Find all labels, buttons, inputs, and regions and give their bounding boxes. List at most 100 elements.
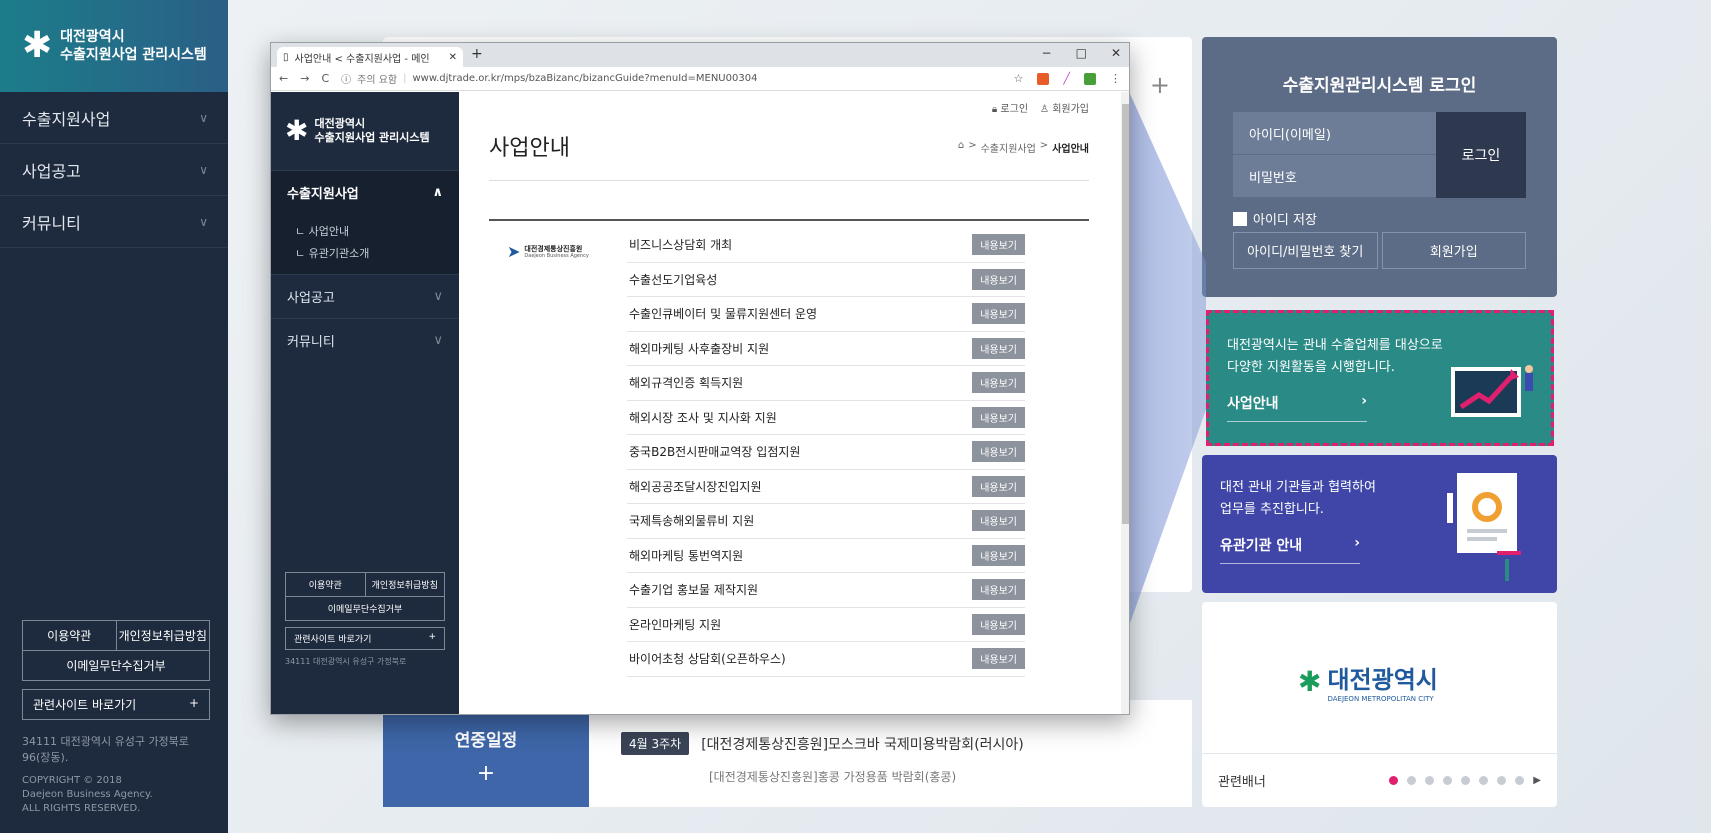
password-input[interactable]: 비밀번호 xyxy=(1233,155,1436,198)
related-sites-button[interactable]: 관련사이트 바로가기 + xyxy=(22,689,210,720)
email-refuse-link[interactable]: 이메일무단수집거부 xyxy=(22,651,210,681)
id-input[interactable]: 아이디(이메일) xyxy=(1233,112,1436,155)
privacy-link[interactable]: 개인정보취급방침 xyxy=(364,573,445,596)
extension-icon[interactable] xyxy=(1084,72,1096,85)
sidebar-item-community[interactable]: 커뮤니티 ∨ xyxy=(0,196,228,248)
pagination-dot[interactable] xyxy=(1479,776,1489,785)
pen-extension-icon[interactable]: ╱ xyxy=(1063,72,1070,85)
tab-close-icon[interactable]: ✕ xyxy=(449,52,457,63)
signup-button[interactable]: 회원가입 xyxy=(1381,232,1526,269)
sidebar-item-community[interactable]: 커뮤니티 ∨ xyxy=(271,318,459,362)
site-logo[interactable]: ✱ 대전광역시 수출지원사업 관리시스템 xyxy=(0,0,228,92)
view-details-button[interactable]: 내용보기 xyxy=(972,268,1025,290)
find-account-button[interactable]: 아이디/비밀번호 찾기 xyxy=(1233,232,1378,269)
business-item-title: 수출기업 홍보물 제작지원 xyxy=(629,583,759,598)
view-details-button[interactable]: 내용보기 xyxy=(972,475,1025,497)
login-button[interactable]: 로그인 xyxy=(1436,112,1526,198)
view-details-button[interactable]: 내용보기 xyxy=(972,406,1025,428)
business-guide-link[interactable]: 사업안내 › xyxy=(1227,393,1367,422)
table-row: 국제특송해외물류비 지원 내용보기 xyxy=(627,504,1025,539)
pagination-dot[interactable] xyxy=(1461,776,1471,785)
maximize-button[interactable]: □ xyxy=(1076,46,1087,60)
sidebar-item-notice[interactable]: 사업공고 ∨ xyxy=(0,144,228,196)
business-item-title: 해외마케팅 통번역지원 xyxy=(629,548,744,563)
lock-icon: 🔒︎ xyxy=(991,104,998,115)
view-details-button[interactable]: 내용보기 xyxy=(972,613,1025,635)
arrow-right-icon: › xyxy=(1361,393,1367,409)
logo-line-2: 수출지원사업 관리시스템 xyxy=(60,47,207,63)
related-agency-link[interactable]: 유관기관 안내 › xyxy=(1220,535,1360,564)
related-agency-promo[interactable]: 대전 관내 기관들과 협력하여 업무를 추진합니다. 유관기관 안내 › xyxy=(1202,455,1557,593)
pagination-dot[interactable] xyxy=(1407,776,1417,785)
next-arrow-icon[interactable]: ▶ xyxy=(1533,775,1541,786)
sidebar-item-export-support[interactable]: 수출지원사업 ∧ xyxy=(271,170,459,214)
email-refuse-link[interactable]: 이메일무단수집거부 xyxy=(285,597,445,621)
close-window-button[interactable]: ✕ xyxy=(1111,46,1121,60)
business-item-title: 수출인큐베이터 및 물류지원센터 운영 xyxy=(629,307,818,322)
view-details-button[interactable]: 내용보기 xyxy=(972,510,1025,532)
business-item-title: 비즈니스상담회 개최 xyxy=(629,238,733,253)
login-panel: 수출지원관리시스템 로그인 아이디(이메일) 비밀번호 로그인 아이디 저장 아… xyxy=(1202,37,1557,297)
table-row: 바이어초청 상담회(오픈하우스) 내용보기 xyxy=(627,642,1025,677)
bookmark-star-icon[interactable]: ☆ xyxy=(1014,72,1024,85)
view-details-button[interactable]: 내용보기 xyxy=(972,234,1025,256)
url-field[interactable]: ⓘ 주의 요함 | www.djtrade.or.kr/mps/bzaBizan… xyxy=(341,71,1001,86)
daejeon-city-logo[interactable]: ✱ 대전광역시 DAEJEON METROPOLITAN CITY xyxy=(1298,660,1438,703)
table-row: 해외마케팅 사후출장비 지원 내용보기 xyxy=(627,332,1025,366)
view-details-button[interactable]: 내용보기 xyxy=(972,303,1025,325)
chevron-down-icon: ∨ xyxy=(433,289,443,304)
sidebar-subitem-business-guide[interactable]: ㄴ 사업안내 xyxy=(295,220,459,242)
menu-dots-icon[interactable]: ⋮ xyxy=(1110,72,1121,85)
view-details-button[interactable]: 내용보기 xyxy=(972,337,1025,359)
save-id-checkbox[interactable]: 아이디 저장 xyxy=(1233,209,1317,228)
home-icon[interactable]: ⌂ xyxy=(958,140,964,155)
browser-window: ▯ 사업안내 < 수출지원사업 - 메인 ✕ + − □ ✕ ← → C ⓘ 주… xyxy=(270,42,1130,715)
business-item-title: 국제특송해외물류비 지원 xyxy=(629,514,755,529)
promo-line-2: 업무를 추진합니다. xyxy=(1220,502,1324,517)
forward-icon[interactable]: → xyxy=(300,72,309,85)
pagination-dot[interactable] xyxy=(1443,776,1453,785)
business-item-title: 중국B2B전시판매교역장 입점지원 xyxy=(629,445,801,460)
more-plus-icon[interactable]: + xyxy=(1150,71,1170,99)
related-sites-button[interactable]: 관련사이트 바로가기 + xyxy=(285,627,445,650)
login-title: 수출지원관리시스템 로그인 xyxy=(1282,76,1477,96)
signup-link[interactable]: ♙ 회원가입 xyxy=(1040,100,1089,115)
minimize-button[interactable]: − xyxy=(1042,46,1052,60)
privacy-link[interactable]: 개인정보취급방침 xyxy=(115,621,210,650)
extension-icon[interactable] xyxy=(1037,72,1050,85)
reload-icon[interactable]: C xyxy=(321,72,329,85)
view-details-button[interactable]: 내용보기 xyxy=(972,372,1025,394)
view-details-button[interactable]: 내용보기 xyxy=(972,544,1025,566)
table-row: 해외규격인증 획득지원 내용보기 xyxy=(627,366,1025,401)
pagination-dot[interactable] xyxy=(1515,776,1525,785)
browser-tab[interactable]: ▯ 사업안내 < 수출지원사업 - 메인 ✕ xyxy=(277,47,463,67)
banner-label: 관련배너 xyxy=(1218,775,1266,790)
scrollbar-thumb[interactable] xyxy=(1122,104,1129,524)
table-row: 해외시장 조사 및 지사화 지원 내용보기 xyxy=(627,401,1025,435)
schedule-item[interactable]: [대전경제통상진흥원]홍콩 가정용품 박람회(홍콩) xyxy=(709,768,956,785)
business-item-title: 바이어초청 상담회(오픈하우스) xyxy=(629,652,786,667)
view-details-button[interactable]: 내용보기 xyxy=(972,441,1025,463)
terms-link[interactable]: 이용약관 xyxy=(23,621,116,650)
back-icon[interactable]: ← xyxy=(279,72,288,85)
page-content: 🔒︎ 로그인 ♙ 회원가입 사업안내 ⌂ > 수출지원사업 > 사업안내 ➤ 대… xyxy=(459,92,1129,714)
login-link[interactable]: 🔒︎ 로그인 xyxy=(992,100,1028,115)
scrollbar[interactable] xyxy=(1121,92,1129,714)
site-logo[interactable]: ✱ 대전광역시 수출지원사업 관리시스템 xyxy=(271,92,459,170)
business-guide-promo[interactable]: 대전광역시는 관내 수출업체를 대상으로 다양한 지원활동을 시행합니다. 사업… xyxy=(1206,310,1554,446)
annual-schedule-button[interactable]: 연중일정 + xyxy=(383,700,589,807)
sidebar-item-notice[interactable]: 사업공고 ∨ xyxy=(271,274,459,318)
pagination-dot[interactable] xyxy=(1389,776,1399,785)
pagination-dot[interactable] xyxy=(1425,776,1435,785)
business-item-title: 수출선도기업육성 xyxy=(629,272,718,287)
schedule-list: 4월 3주차 [대전경제통상진흥원]모스크바 국제미용박람회(러시아) [대전경… xyxy=(589,700,1192,807)
pagination-dot[interactable] xyxy=(1497,776,1507,785)
sidebar-item-export-support[interactable]: 수출지원사업 ∨ xyxy=(0,92,228,144)
new-tab-button[interactable]: + xyxy=(471,46,483,62)
view-details-button[interactable]: 내용보기 xyxy=(972,579,1025,601)
sidebar-subitem-related-agency[interactable]: ㄴ 유관기관소개 xyxy=(295,242,459,264)
plus-icon: + xyxy=(188,696,199,710)
terms-link[interactable]: 이용약관 xyxy=(286,573,365,596)
view-details-button[interactable]: 내용보기 xyxy=(972,648,1025,670)
schedule-item[interactable]: 4월 3주차 [대전경제통상진흥원]모스크바 국제미용박람회(러시아) xyxy=(621,732,1024,755)
